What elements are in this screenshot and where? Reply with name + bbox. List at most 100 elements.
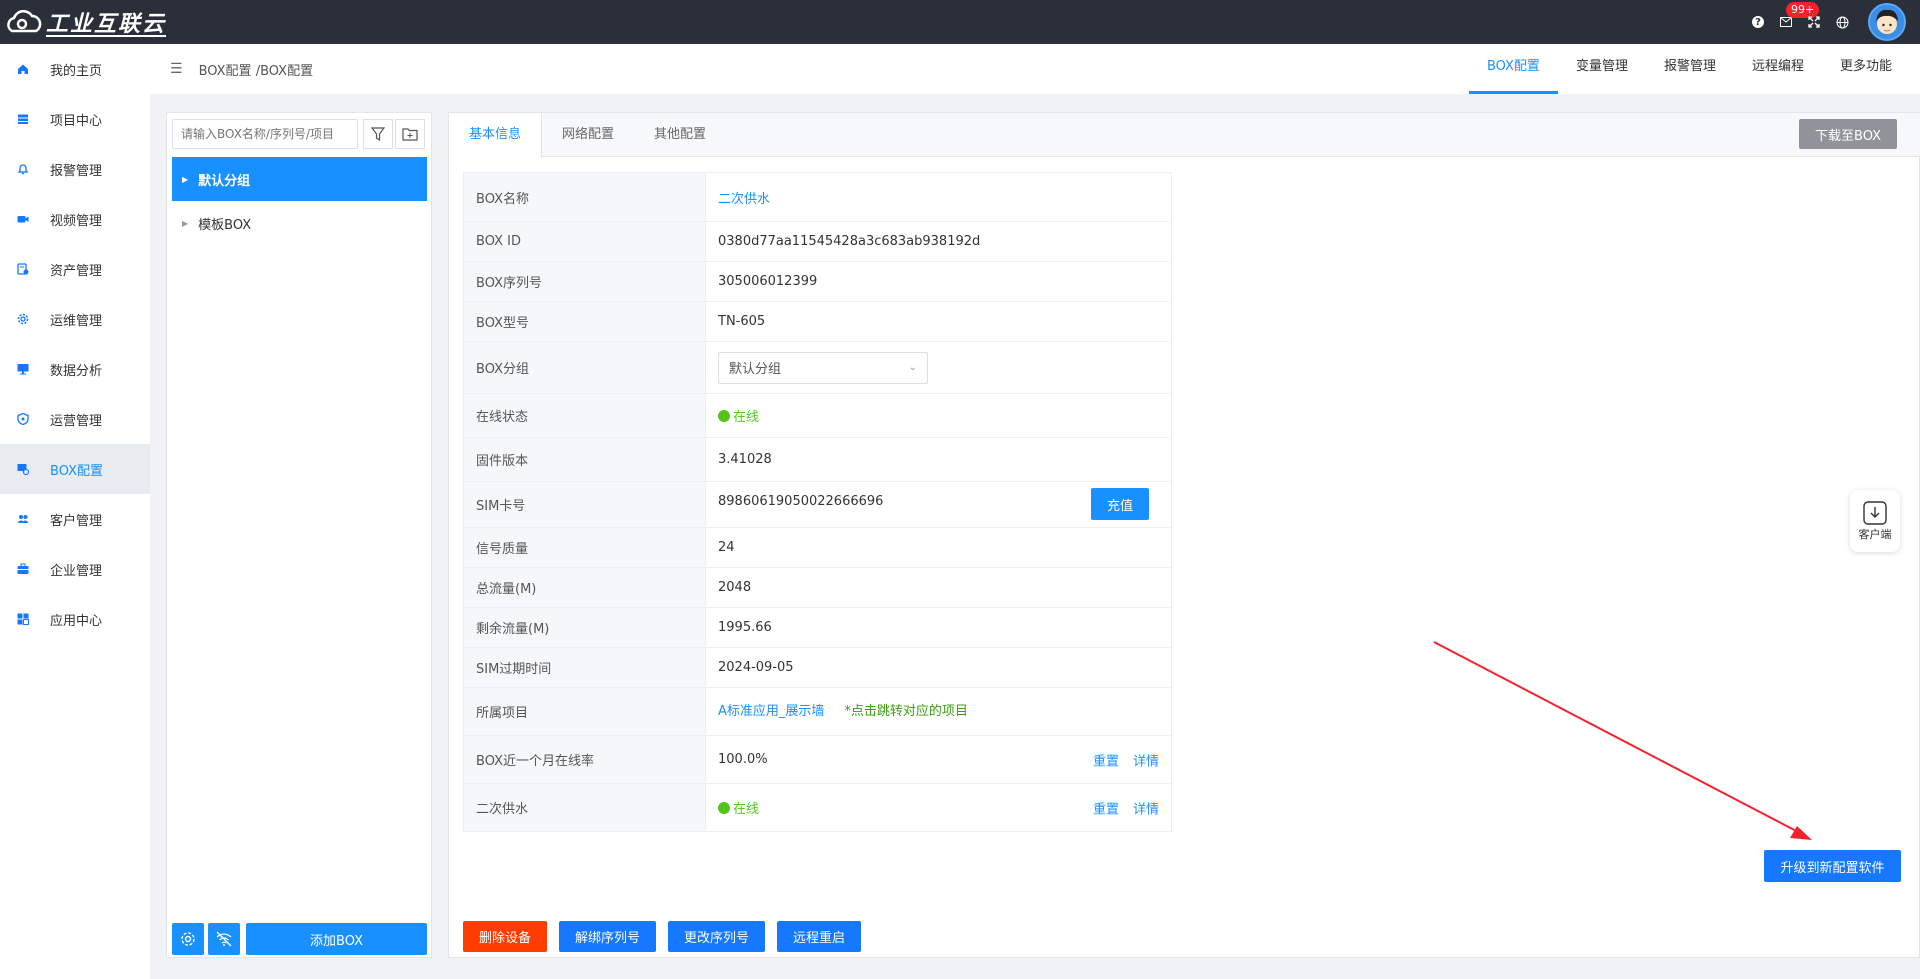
sidebar-item-label: 企业管理 (50, 563, 103, 579)
user-avatar[interactable] (1868, 3, 1906, 41)
add-folder-button[interactable] (395, 119, 425, 149)
briefcase-icon (16, 562, 30, 576)
client-label: 客户端 (1858, 528, 1892, 541)
tab-other-config[interactable]: 其他配置 (634, 113, 726, 157)
sidebar-item-9[interactable]: BOX配置 (0, 444, 150, 494)
sidebar-item-5[interactable]: 资产管理 (0, 244, 150, 294)
shield-icon (16, 412, 30, 426)
sidebar-item-12[interactable]: 应用中心 (0, 594, 150, 644)
add-box-button[interactable]: 添加BOX (246, 923, 427, 955)
upgrade-config-software-button[interactable]: 升级到新配置软件 (1764, 850, 1901, 882)
logo-text: 工业互联云 (46, 12, 167, 37)
filter-button[interactable] (363, 119, 393, 149)
row-label: BOX ID (463, 221, 706, 262)
detail-link[interactable]: 详情 (1133, 750, 1159, 769)
client-download-widget[interactable]: 客户端 (1850, 490, 1900, 552)
box-tree-panel: ▶ 默认分组 ▶ 模板BOX 添加BOX (166, 112, 432, 958)
download-to-box-button[interactable]: 下载至BOX (1799, 119, 1897, 149)
row-label: 在线状态 (463, 393, 706, 438)
sidebar-item-11[interactable]: 企业管理 (0, 544, 150, 594)
recharge-button[interactable]: 充值 (1091, 488, 1149, 520)
table-row: BOX名称 二次供水 (463, 172, 1172, 222)
box-group-select[interactable]: 默认分组 ⌄ (718, 351, 928, 384)
sim-expiry-value: 2024-09-05 (705, 647, 1172, 688)
unbind-serial-button[interactable]: 解绑序列号 (559, 921, 656, 952)
sidebar-item-label: 我的主页 (50, 63, 103, 79)
detail-link[interactable]: 详情 (1133, 798, 1159, 817)
sidebar-item-label: 视频管理 (50, 213, 103, 229)
change-serial-button[interactable]: 更改序列号 (668, 921, 765, 952)
globe-icon[interactable] (1828, 0, 1856, 44)
menu-toggle-icon[interactable]: ☰ (170, 61, 183, 77)
delete-device-button[interactable]: 删除设备 (463, 921, 547, 952)
project-hint: *点击跳转对应的项目 (844, 704, 968, 719)
remaining-flow-value: 1995.66 (705, 607, 1172, 648)
monitor-icon (16, 362, 30, 376)
row-label: 二次供水 (463, 783, 706, 832)
sidebar-item-label: 运营管理 (50, 413, 103, 429)
row-label: 信号质量 (463, 527, 706, 568)
sidebar-item-2[interactable]: 项目中心 (0, 94, 150, 144)
tab-remote-programming[interactable]: 远程编程 (1734, 44, 1822, 94)
fullscreen-icon[interactable] (1800, 0, 1828, 44)
row-label: 剩余流量(M) (463, 607, 706, 648)
asset-icon (16, 262, 30, 276)
gear-icon (181, 932, 195, 946)
app-logo[interactable]: 工业互联云 (4, 6, 166, 38)
message-icon[interactable]: 99+ (1772, 0, 1820, 44)
sidebar-item-1[interactable]: 我的主页 (0, 44, 150, 94)
reset-link[interactable]: 重置 (1093, 798, 1119, 817)
remote-reboot-button[interactable]: 远程重启 (777, 921, 861, 952)
caret-right-icon: ▶ (182, 174, 189, 184)
project-link[interactable]: A标准应用_展示墙 (718, 704, 824, 719)
tree-node-default-group[interactable]: ▶ 默认分组 (172, 157, 427, 201)
select-value: 默认分组 (729, 362, 782, 377)
box-name-link[interactable]: 二次供水 (718, 192, 770, 207)
tab-more-features[interactable]: 更多功能 (1822, 44, 1910, 94)
row-label: 固件版本 (463, 437, 706, 482)
tab-alarm-management[interactable]: 报警管理 (1646, 44, 1734, 94)
sidebar-item-label: 项目中心 (50, 113, 103, 129)
sidebar-item-label: 数据分析 (50, 363, 103, 379)
tab-network-config[interactable]: 网络配置 (542, 113, 634, 157)
row-label: 所属项目 (463, 687, 706, 736)
table-row: 固件版本 3.41028 (463, 437, 1172, 482)
tree-node-template-box[interactable]: ▶ 模板BOX (172, 201, 427, 245)
sidebar-item-7[interactable]: 数据分析 (0, 344, 150, 394)
wifi-off-button[interactable] (208, 923, 240, 955)
sidebar-item-4[interactable]: 视频管理 (0, 194, 150, 244)
table-row: BOX型号 TN-605 (463, 301, 1172, 342)
settings-button[interactable] (172, 923, 204, 955)
row-label: BOX近一个月在线率 (463, 735, 706, 784)
video-icon (16, 212, 30, 226)
online-status: 在线 (733, 410, 760, 425)
row-label: BOX序列号 (463, 261, 706, 302)
box-config-icon (16, 462, 30, 476)
sidebar-item-label: 报警管理 (50, 163, 103, 179)
sidebar-item-10[interactable]: 客户管理 (0, 494, 150, 544)
table-row: 信号质量 24 (463, 527, 1172, 568)
reset-link[interactable]: 重置 (1093, 750, 1119, 769)
row-label: SIM卡号 (463, 481, 706, 528)
row-label: SIM过期时间 (463, 647, 706, 688)
table-row: 在线状态 在线 (463, 393, 1172, 438)
tree-node-label: 模板BOX (198, 217, 252, 233)
row-label: BOX分组 (463, 341, 706, 394)
table-row: BOX近一个月在线率 100.0% 重置 详情 (463, 735, 1172, 784)
detail-tabs: 基本信息 网络配置 其他配置 下载至BOX (449, 113, 1920, 158)
sidebar-item-6[interactable]: 运维管理 (0, 294, 150, 344)
tab-basic-info[interactable]: 基本信息 (449, 113, 543, 158)
signal-value: 24 (705, 527, 1172, 568)
top-bar: 工业互联云 ? 99+ (0, 0, 1920, 44)
tab-variable-management[interactable]: 变量管理 (1558, 44, 1646, 94)
tab-box-config[interactable]: BOX配置 (1468, 44, 1558, 94)
box-search-input[interactable] (172, 119, 358, 149)
sidebar-item-8[interactable]: 运营管理 (0, 394, 150, 444)
home-icon (16, 62, 30, 76)
tree-node-label: 默认分组 (198, 173, 251, 189)
sidebar-item-3[interactable]: 报警管理 (0, 144, 150, 194)
help-icon[interactable]: ? (1744, 0, 1772, 44)
table-row: SIM过期时间 2024-09-05 (463, 647, 1172, 688)
row-label: BOX型号 (463, 301, 706, 342)
sidebar-item-label: 资产管理 (50, 263, 103, 279)
